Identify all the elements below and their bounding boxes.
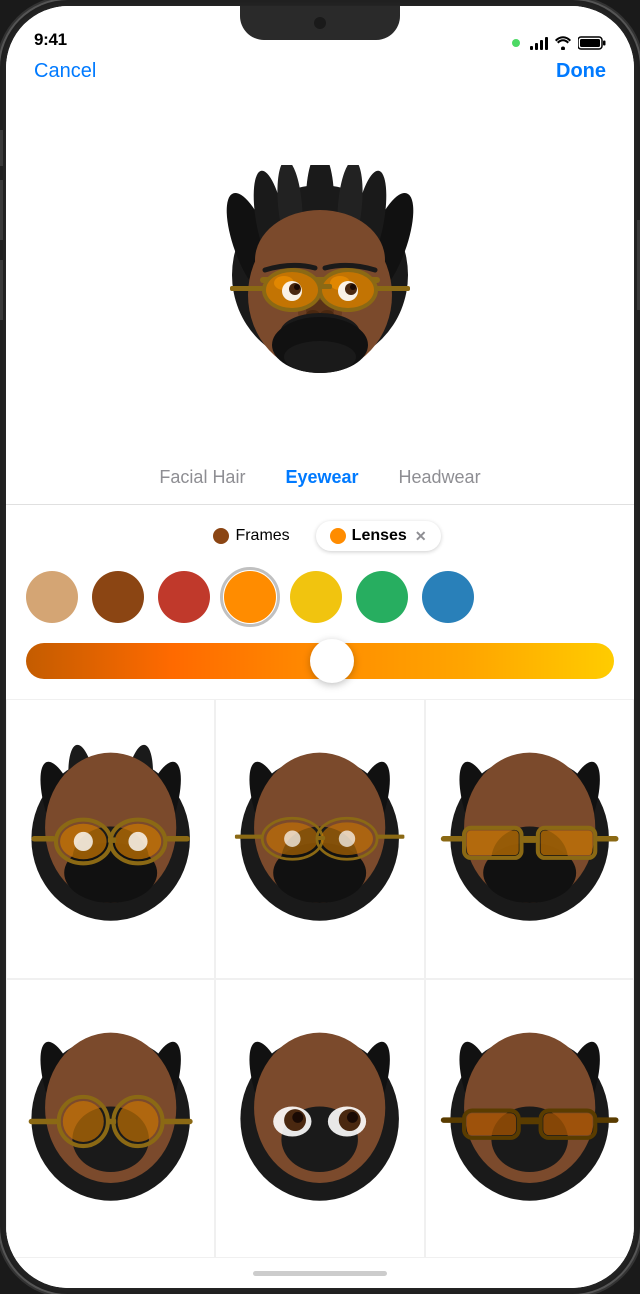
memoji-preview-area	[6, 95, 634, 455]
filter-row: Frames Lenses ✕	[6, 505, 634, 567]
cancel-button[interactable]: Cancel	[34, 60, 96, 83]
color-slider-thumb[interactable]	[310, 639, 354, 683]
filter-frames[interactable]: Frames	[199, 521, 303, 551]
memoji-face-svg	[210, 165, 430, 385]
color-slider-track[interactable]	[26, 643, 614, 679]
swatch-orange[interactable]	[224, 571, 276, 623]
memoji-cell-4[interactable]	[6, 979, 215, 1259]
swatch-brown[interactable]	[92, 571, 144, 623]
memoji-style-5	[224, 988, 415, 1250]
swatch-red[interactable]	[158, 571, 210, 623]
memoji-cell-6[interactable]	[425, 979, 634, 1259]
phone-frame: 9:41	[0, 0, 640, 1294]
phone-screen: 9:41	[6, 6, 634, 1288]
memoji-style-6	[434, 988, 625, 1250]
frames-label: Frames	[235, 527, 289, 545]
memoji-main-avatar	[210, 165, 430, 385]
memoji-cell-5[interactable]	[215, 979, 424, 1259]
volume-down-button[interactable]	[0, 260, 3, 320]
memoji-cell-2[interactable]	[215, 699, 424, 979]
wifi-icon	[554, 36, 572, 50]
status-icons	[512, 36, 606, 50]
swatch-blue[interactable]	[422, 571, 474, 623]
swatch-yellow[interactable]	[290, 571, 342, 623]
memoji-style-grid	[6, 699, 634, 1258]
done-button[interactable]: Done	[556, 60, 606, 83]
screen-content: 9:41	[6, 6, 634, 1288]
lenses-label: Lenses	[352, 527, 407, 545]
status-time: 9:41	[34, 30, 67, 50]
filter-lenses[interactable]: Lenses ✕	[316, 521, 441, 551]
tab-headwear[interactable]: Headwear	[379, 463, 501, 492]
volume-up-button[interactable]	[0, 180, 3, 240]
green-indicator	[512, 39, 520, 47]
memoji-cell-3[interactable]	[425, 699, 634, 979]
memoji-style-4	[15, 988, 206, 1250]
swatch-green[interactable]	[356, 571, 408, 623]
frames-dot	[213, 528, 229, 544]
battery-icon	[578, 36, 606, 50]
memoji-style-1	[15, 708, 206, 970]
color-slider-container	[6, 639, 634, 699]
memoji-style-2	[224, 708, 415, 970]
tab-eyewear[interactable]: Eyewear	[265, 463, 378, 492]
memoji-style-3	[434, 708, 625, 970]
home-indicator	[6, 1258, 634, 1288]
tab-facial-hair[interactable]: Facial Hair	[139, 463, 265, 492]
lenses-dot	[330, 528, 346, 544]
silent-button[interactable]	[0, 130, 3, 166]
category-tabs: Facial Hair Eyewear Headwear	[6, 455, 634, 505]
memoji-cell-1[interactable]	[6, 699, 215, 979]
lenses-close-icon[interactable]: ✕	[415, 528, 427, 545]
color-swatches-row	[6, 567, 634, 639]
home-bar	[253, 1271, 387, 1276]
notch	[240, 6, 400, 40]
signal-icon	[530, 36, 548, 50]
swatch-tan[interactable]	[26, 571, 78, 623]
camera-dot	[314, 17, 326, 29]
